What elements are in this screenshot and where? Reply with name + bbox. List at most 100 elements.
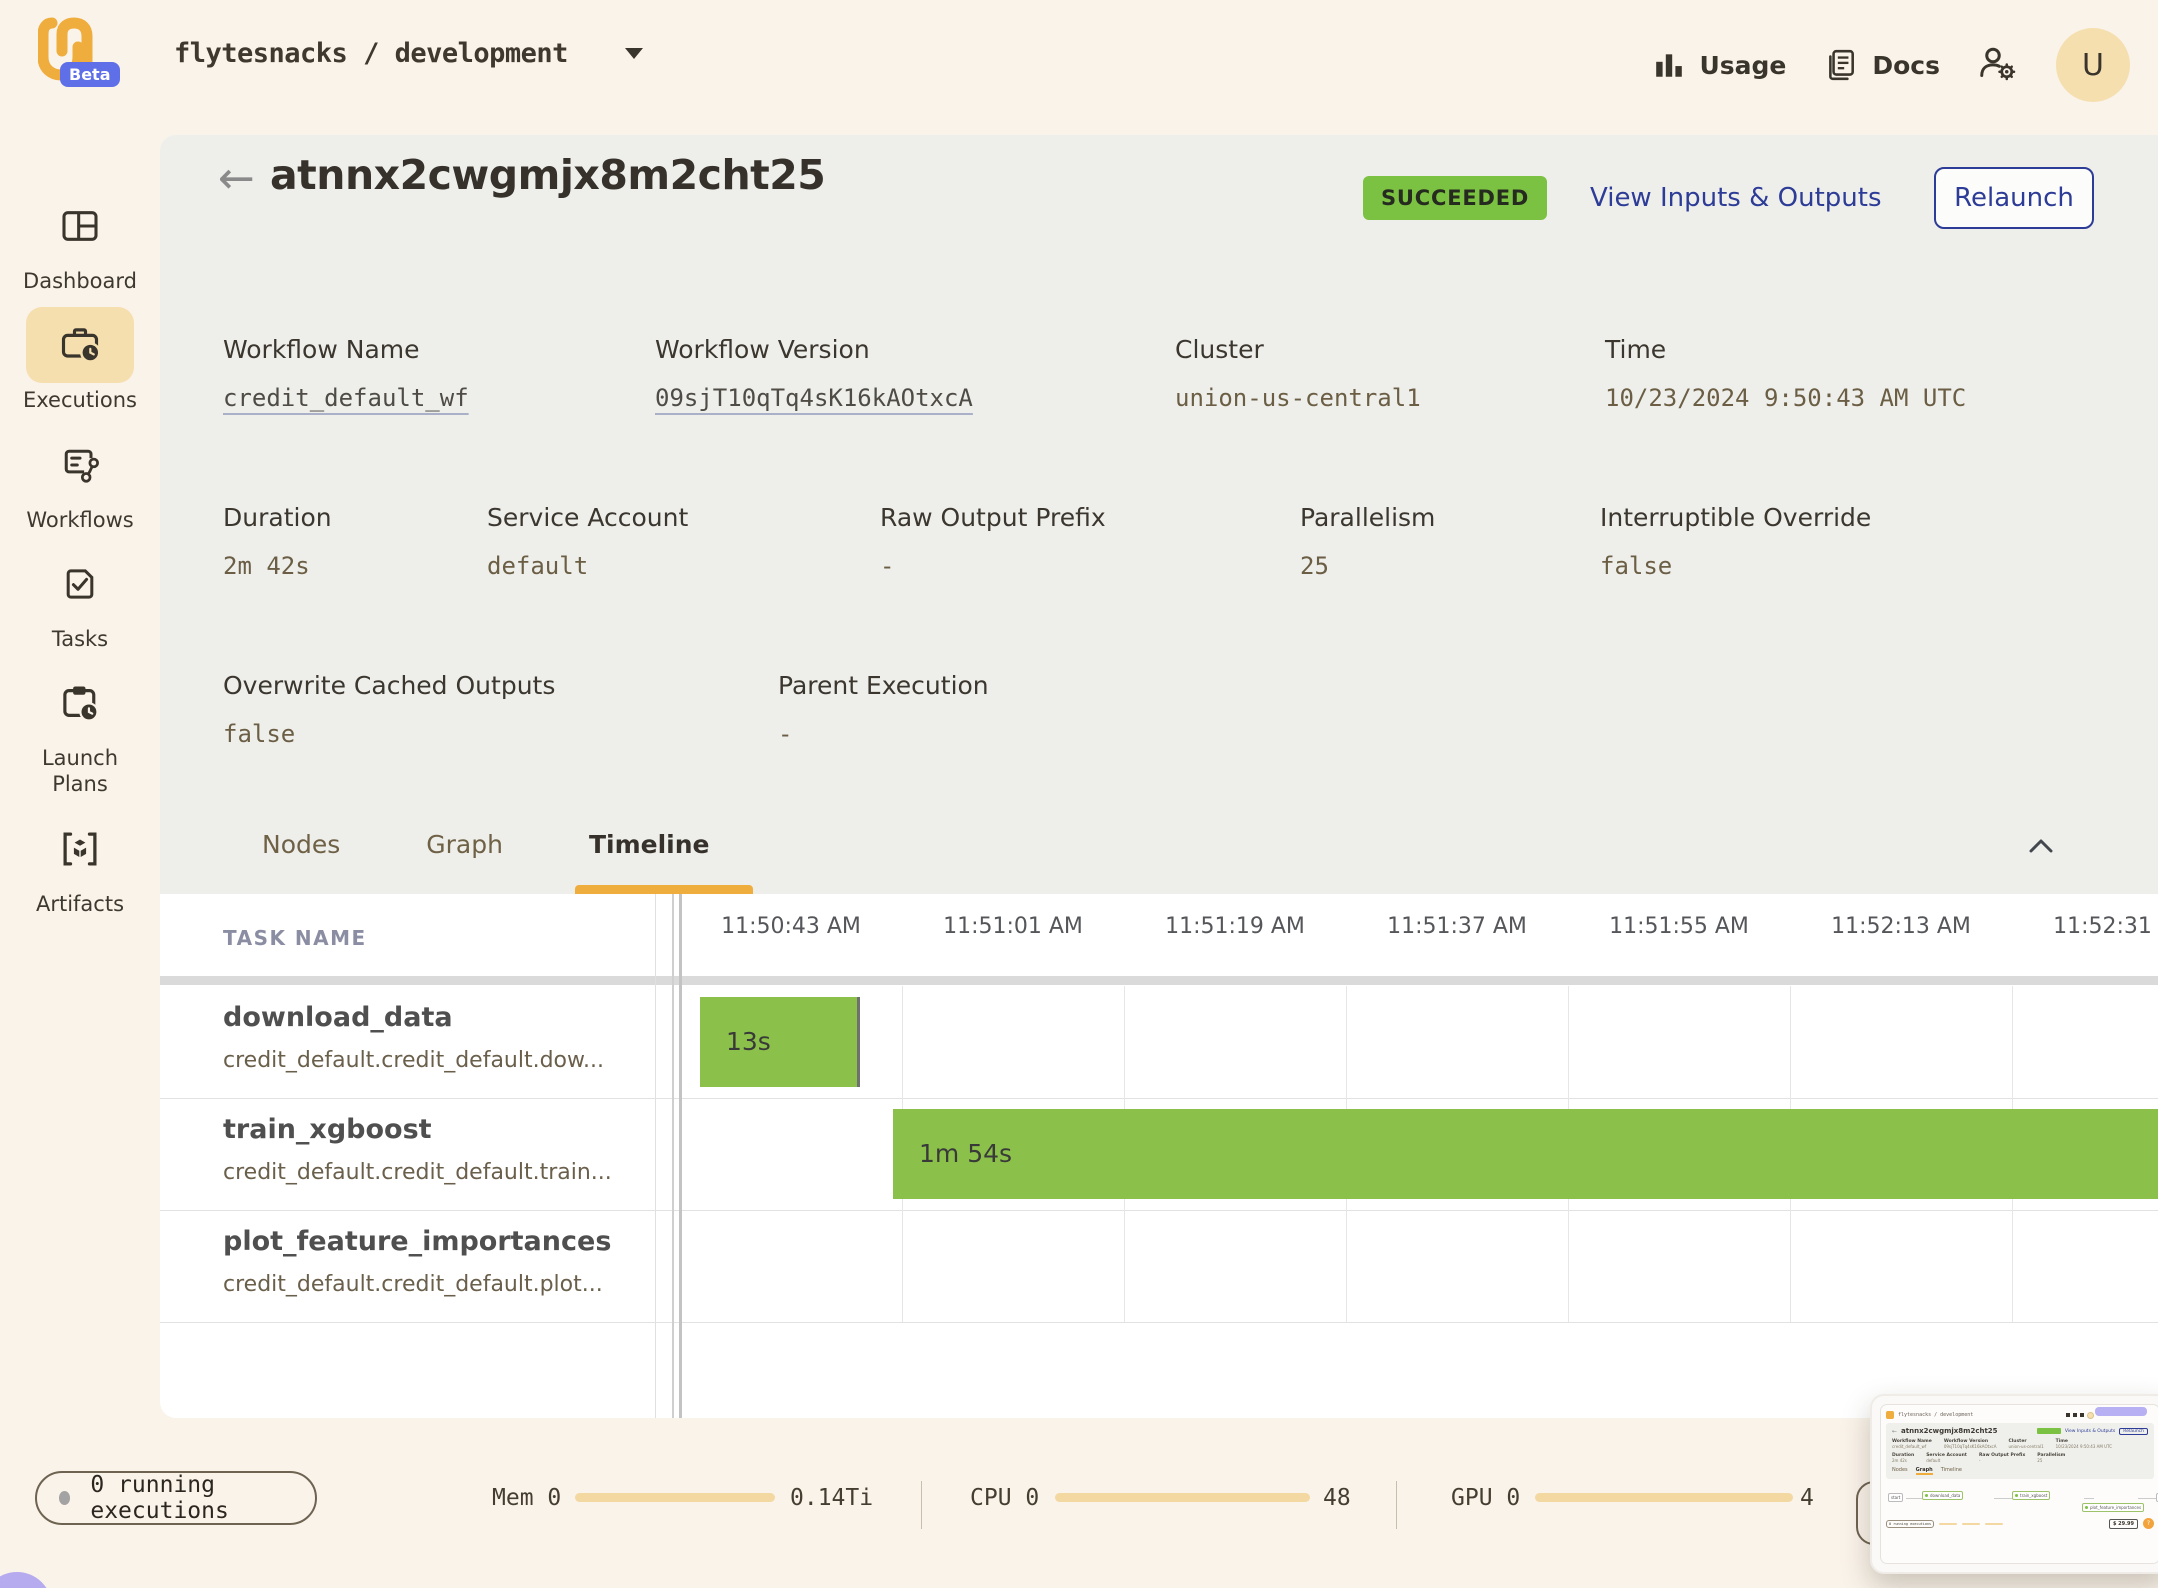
- beta-badge: Beta: [60, 62, 120, 87]
- thumbnail-screen: flytesnacks / development ← atnnx2cwgmjx…: [1880, 1404, 2158, 1564]
- time-axis: 11:50:43 AM 11:51:01 AM 11:51:19 AM 11:5…: [680, 894, 2158, 976]
- execution-title: atnnx2cwgmjx8m2cht25: [270, 151, 825, 199]
- sidebar-item-executions[interactable]: Executions: [23, 307, 137, 413]
- details-row-2: Duration 2m 42s Service Account default …: [160, 503, 2158, 623]
- task-row-train-xgboost[interactable]: train_xgboost credit_default.credit_defa…: [160, 1098, 655, 1210]
- time-tick: 11:52:31 AM: [2053, 914, 2158, 939]
- thumbnail-statusbar: 0 running executions $ 29.99 ?: [1886, 1518, 2154, 1529]
- relaunch-button[interactable]: Relaunch: [1934, 167, 2094, 229]
- gantt-bar-download-data[interactable]: 13s: [700, 997, 860, 1087]
- time-tick: 11:52:13 AM: [1831, 914, 1971, 939]
- sidebar-label: Tasks: [52, 626, 108, 652]
- detail-label: Parent Execution: [778, 671, 989, 700]
- avatar[interactable]: U: [2056, 28, 2130, 102]
- gantt-bar-train-xgboost[interactable]: 1m 54s: [893, 1109, 2158, 1199]
- task-row-plot-feature-importances[interactable]: plot_feature_importances credit_default.…: [160, 1210, 655, 1322]
- docs-label: Docs: [1872, 51, 1940, 80]
- details-row-3: Overwrite Cached Outputs false Parent Ex…: [160, 671, 2158, 791]
- detail-label: Parallelism: [1300, 503, 1435, 532]
- detail-label: Workflow Name: [223, 335, 469, 364]
- chat-bubble-button[interactable]: [0, 1572, 52, 1588]
- sidebar-item-workflows[interactable]: Workflows: [26, 427, 134, 533]
- workflow-version-link[interactable]: 09sjT10qTq4sK16kAOtxcA: [655, 384, 973, 412]
- docs-button[interactable]: Docs: [1824, 48, 1940, 82]
- task-row-download-data[interactable]: download_data credit_default.credit_defa…: [160, 986, 655, 1098]
- mini-title: atnnx2cwgmjx8m2cht25: [1901, 1427, 1998, 1435]
- view-inputs-outputs-link[interactable]: View Inputs & Outputs: [1590, 183, 1882, 213]
- time-tick: 11:51:01 AM: [943, 914, 1083, 939]
- timeline-splitter[interactable]: [672, 894, 674, 1418]
- mini-relaunch: Relaunch: [2119, 1428, 2148, 1435]
- status-dot-icon: [59, 1491, 70, 1505]
- detail-value: false: [223, 720, 555, 748]
- detail-label: Workflow Version: [655, 335, 973, 364]
- mini-node-task: train_xgboost: [2012, 1491, 2050, 1500]
- tab-nodes[interactable]: Nodes: [262, 830, 340, 859]
- bar-chart-icon: [1653, 49, 1685, 81]
- thumbnail-graph: start download_data train_xgboost plot_f…: [1886, 1479, 2154, 1517]
- collapse-panel-button[interactable]: [2026, 835, 2056, 861]
- running-executions-label: 0 running executions: [90, 1472, 315, 1524]
- time-tick: 11:51:19 AM: [1165, 914, 1305, 939]
- mini-breadcrumb: flytesnacks / development: [1898, 1412, 1973, 1418]
- mini-expand-pill: [2095, 1407, 2147, 1416]
- task-path: credit_default.credit_default.dow...: [223, 1048, 604, 1073]
- app-root: Beta flytesnacks / development Usage: [0, 0, 2158, 1588]
- active-tab-indicator: [575, 885, 753, 894]
- tab-graph[interactable]: Graph: [426, 830, 503, 859]
- task-name: train_xgboost: [223, 1114, 432, 1145]
- detail-raw-output-prefix: Raw Output Prefix -: [880, 503, 1106, 580]
- breadcrumb-caret-icon[interactable]: [625, 48, 643, 59]
- status-badge: SUCCEEDED: [1363, 176, 1547, 220]
- detail-label: Raw Output Prefix: [880, 503, 1106, 532]
- person-gear-icon: [1978, 43, 2018, 83]
- cpu-meter-label: CPU 0: [970, 1485, 1039, 1511]
- sidebar-label: Workflows: [26, 507, 133, 533]
- sidebar-item-dashboard[interactable]: Dashboard: [23, 188, 137, 294]
- mini-back-icon: ←: [1892, 1428, 1897, 1435]
- sidebar-item-launch-plans[interactable]: Launch Plans: [20, 665, 140, 798]
- detail-duration: Duration 2m 42s: [223, 503, 332, 580]
- detail-parent-execution: Parent Execution -: [778, 671, 989, 748]
- timeline-splitter-groove: [679, 894, 682, 1418]
- sidebar-item-artifacts[interactable]: Artifacts: [26, 811, 134, 917]
- chevron-up-icon: [2026, 835, 2056, 857]
- tasks-icon: [59, 563, 101, 605]
- detail-time: Time 10/23/2024 9:50:43 AM UTC: [1605, 335, 1966, 412]
- gantt-chart: 13s 1m 54s: [680, 986, 2158, 1322]
- page-preview-thumbnail[interactable]: flytesnacks / development ← atnnx2cwgmjx…: [1870, 1394, 2158, 1574]
- breadcrumb[interactable]: flytesnacks / development: [174, 38, 568, 69]
- row-divider: [160, 1322, 2158, 1323]
- detail-value: -: [880, 552, 1106, 580]
- detail-value: 10/23/2024 9:50:43 AM UTC: [1605, 384, 1966, 412]
- docs-icon: [1824, 48, 1858, 82]
- sidebar-item-tasks[interactable]: Tasks: [26, 546, 134, 652]
- gpu-meter-track: [1535, 1493, 1793, 1502]
- executions-icon: [58, 323, 102, 367]
- time-tick: 11:50:43 AM: [721, 914, 861, 939]
- task-name-column-header: TASK NAME: [223, 926, 367, 950]
- sidebar-label: Executions: [23, 387, 137, 413]
- thumbnail-panel: ← atnnx2cwgmjx8m2cht25 View Inputs & Out…: [1886, 1423, 2154, 1479]
- usage-button[interactable]: Usage: [1653, 49, 1786, 81]
- user-settings-button[interactable]: [1978, 43, 2018, 87]
- detail-label: Time: [1605, 335, 1966, 364]
- mem-meter-max: 0.14Ti: [790, 1485, 873, 1511]
- detail-interruptible-override: Interruptible Override false: [1600, 503, 1871, 580]
- mini-logo-icon: [1886, 1411, 1894, 1419]
- task-name: download_data: [223, 1002, 453, 1033]
- detail-label: Overwrite Cached Outputs: [223, 671, 555, 700]
- workflow-name-link[interactable]: credit_default_wf: [223, 384, 469, 412]
- union-logo-icon[interactable]: Beta: [38, 16, 102, 82]
- mini-help-button: ?: [2143, 1518, 2154, 1529]
- cpu-meter-max: 48: [1323, 1485, 1351, 1511]
- launch-plans-icon: [58, 681, 102, 725]
- task-name: plot_feature_importances: [223, 1226, 611, 1257]
- mini-node-task: download_data: [1922, 1491, 1963, 1500]
- detail-parallelism: Parallelism 25: [1300, 503, 1435, 580]
- usage-label: Usage: [1699, 51, 1786, 80]
- tab-timeline[interactable]: Timeline: [589, 830, 710, 859]
- back-arrow-icon[interactable]: ←: [218, 157, 255, 201]
- detail-label: Service Account: [487, 503, 688, 532]
- running-executions-pill[interactable]: 0 running executions: [35, 1471, 317, 1525]
